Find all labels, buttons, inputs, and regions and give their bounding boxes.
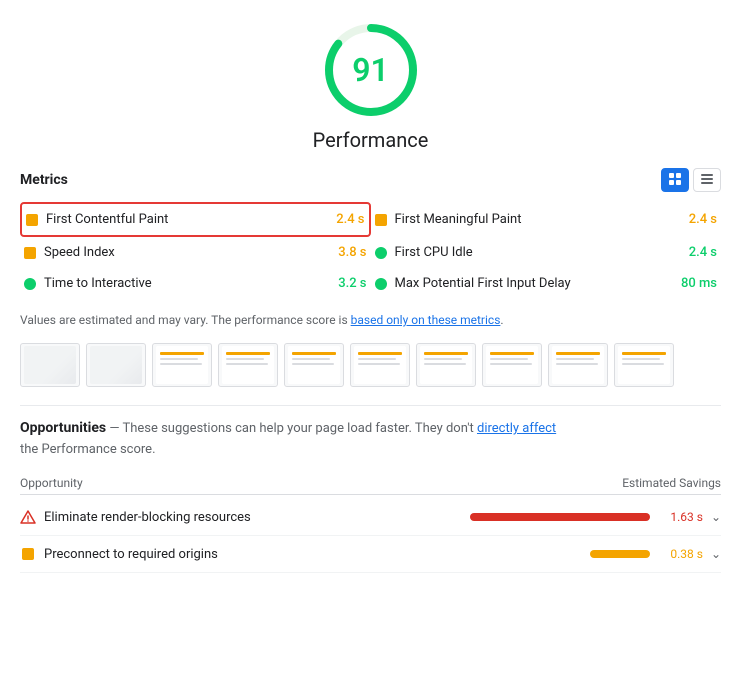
- metric-dot-orange: [375, 214, 387, 226]
- thumbnail-image: [90, 346, 142, 384]
- grid-view-button[interactable]: [661, 168, 689, 192]
- metric-value: 3.2 s: [317, 276, 367, 291]
- expand-chevron-icon[interactable]: ⌄: [711, 547, 721, 561]
- opportunity-name: Preconnect to required origins: [44, 547, 582, 562]
- thumbnail: [218, 343, 278, 387]
- metrics-disclaimer: Values are estimated and may vary. The p…: [20, 311, 721, 329]
- thumbnail: [482, 343, 542, 387]
- list-icon: [700, 172, 714, 189]
- metric-value: 2.4 s: [315, 212, 365, 227]
- metric-value: 2.4 s: [667, 245, 717, 260]
- list-view-button[interactable]: [693, 168, 721, 192]
- col-opportunity: Opportunity: [20, 476, 83, 490]
- metric-name: First Contentful Paint: [46, 212, 307, 227]
- metric-dot-orange: [26, 214, 38, 226]
- thumbnail: [284, 343, 344, 387]
- divider: [20, 405, 721, 406]
- metric-dot-green: [375, 247, 387, 259]
- score-value: 91: [352, 51, 389, 89]
- thumbnail: [614, 343, 674, 387]
- directly-affect-link[interactable]: directly affect: [477, 421, 556, 436]
- thumbnail-image: [222, 346, 274, 384]
- thumbnail: [152, 343, 212, 387]
- opportunities-header: Opportunities — These suggestions can he…: [20, 418, 721, 460]
- metrics-header: Metrics: [20, 168, 721, 192]
- metric-max-potential-fid: Max Potential First Input Delay 80 ms: [371, 268, 722, 299]
- savings-value: 1.63 s: [658, 510, 703, 524]
- metric-time-to-interactive: Time to Interactive 3.2 s: [20, 268, 371, 299]
- opportunity-item-preconnect: Preconnect to required origins 0.38 s ⌄: [20, 536, 721, 573]
- thumbnail-image: [156, 346, 208, 384]
- metric-first-contentful-paint: First Contentful Paint 2.4 s: [20, 202, 371, 237]
- savings-bar: [590, 550, 650, 558]
- metric-name: First Meaningful Paint: [395, 212, 660, 227]
- metric-value: 80 ms: [667, 276, 717, 291]
- metric-name: Time to Interactive: [44, 276, 309, 291]
- metrics-title: Metrics: [20, 172, 68, 188]
- metric-first-meaningful-paint: First Meaningful Paint 2.4 s: [371, 202, 722, 237]
- savings-bar-wrapper: 0.38 s ⌄: [590, 547, 721, 561]
- savings-bar: [470, 513, 650, 521]
- metric-name: Max Potential First Input Delay: [395, 276, 660, 291]
- thumbnail: [416, 343, 476, 387]
- score-section: 91 Performance: [20, 20, 721, 152]
- score-circle: 91: [321, 20, 421, 120]
- opportunities-table-header: Opportunity Estimated Savings: [20, 472, 721, 495]
- thumbnail-image: [288, 346, 340, 384]
- warning-triangle-icon: [20, 509, 36, 525]
- thumbnail: [350, 343, 410, 387]
- expand-chevron-icon[interactable]: ⌄: [711, 510, 721, 524]
- thumbnail-image: [24, 346, 76, 384]
- metric-value: 2.4 s: [667, 212, 717, 227]
- metric-dot-orange: [24, 247, 36, 259]
- opportunity-item-render-blocking: Eliminate render-blocking resources 1.63…: [20, 499, 721, 536]
- savings-value: 0.38 s: [658, 547, 703, 561]
- thumbnail: [86, 343, 146, 387]
- metric-dot-green: [375, 278, 387, 290]
- score-label: Performance: [313, 128, 429, 152]
- metric-name: Speed Index: [44, 245, 309, 260]
- metric-name: First CPU Idle: [395, 245, 660, 260]
- opportunities-title: Opportunities: [20, 420, 106, 436]
- grid-icon: [668, 172, 682, 189]
- thumbnail-image: [552, 346, 604, 384]
- filmstrip-thumbnails: [20, 343, 721, 387]
- thumbnail-image: [618, 346, 670, 384]
- metrics-disclaimer-link[interactable]: based only on these metrics: [351, 313, 501, 327]
- thumbnail-image: [420, 346, 472, 384]
- warning-square-icon: [20, 546, 36, 562]
- savings-bar-wrapper: 1.63 s ⌄: [470, 510, 721, 524]
- view-toggle: [661, 168, 721, 192]
- thumbnail-image: [354, 346, 406, 384]
- thumbnail: [548, 343, 608, 387]
- thumbnail: [20, 343, 80, 387]
- metric-dot-green: [24, 278, 36, 290]
- metric-first-cpu-idle: First CPU Idle 2.4 s: [371, 237, 722, 268]
- metric-speed-index: Speed Index 3.8 s: [20, 237, 371, 268]
- metrics-grid: First Contentful Paint 2.4 s First Meani…: [20, 202, 721, 299]
- thumbnail-image: [486, 346, 538, 384]
- opportunity-name: Eliminate render-blocking resources: [44, 510, 462, 525]
- metric-value: 3.8 s: [317, 245, 367, 260]
- col-savings: Estimated Savings: [622, 476, 721, 490]
